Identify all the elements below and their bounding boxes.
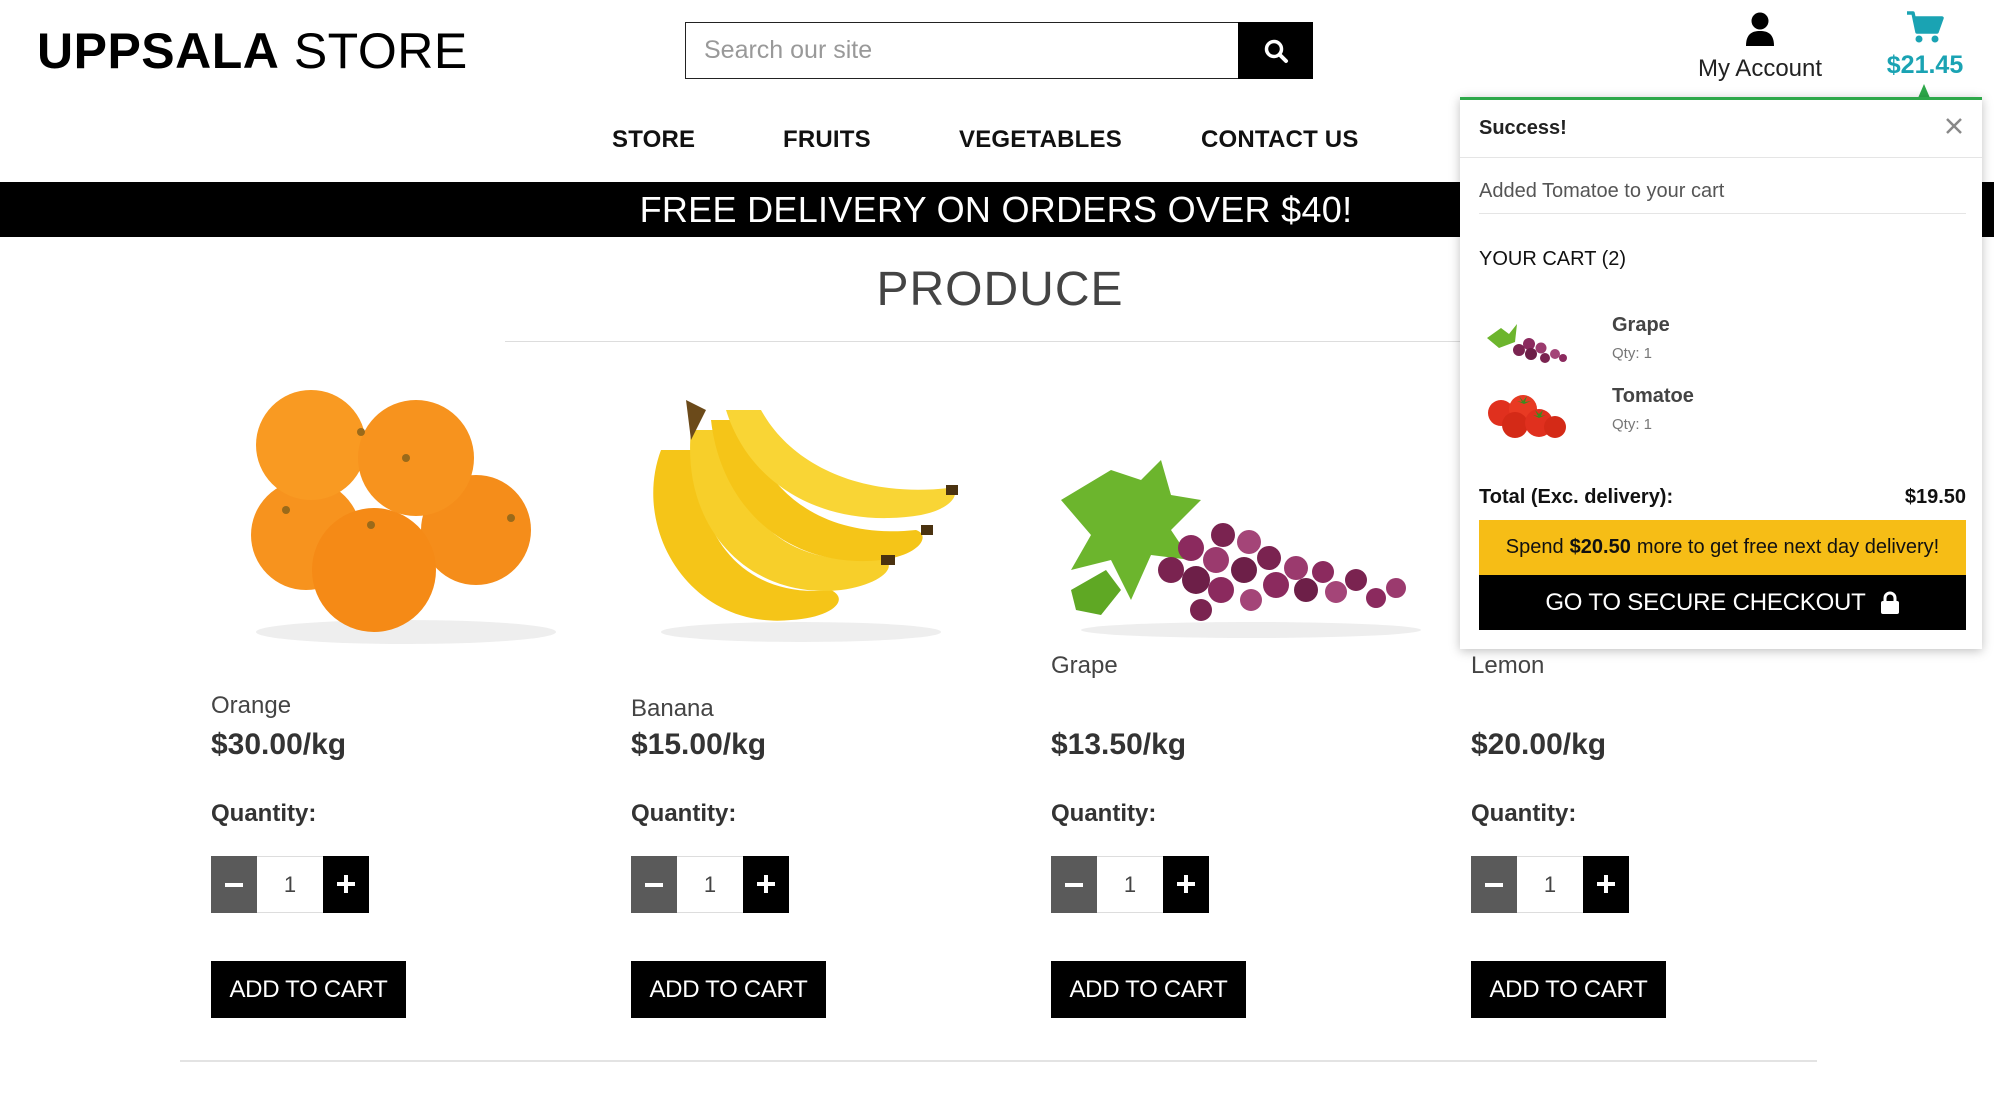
free-delivery-promo: Spend $20.50 more to get free next day d… [1479,520,1966,575]
quantity-stepper [211,856,369,913]
cart-total-amount: $21.45 [1886,51,1964,79]
increment-button[interactable] [1583,856,1629,913]
success-label: Success! [1479,117,1567,139]
my-account-label: My Account [1697,55,1823,82]
products-divider [180,1060,1817,1062]
decrement-button[interactable] [211,856,257,913]
promo-text-after: more to get free next day delivery! [1636,536,1940,558]
minus-icon [225,882,243,887]
quantity-stepper [1471,856,1629,913]
cart-dropdown: Success! Added Tomatoe to your cart YOUR… [1460,97,1982,649]
secure-checkout-button[interactable]: GO TO SECURE CHECKOUT [1479,575,1966,630]
quantity-label: Quantity: [1051,800,1157,827]
my-account-link[interactable]: My Account [1690,12,1830,83]
add-to-cart-button[interactable]: ADD TO CART [631,961,826,1018]
product-name: Orange [211,692,292,719]
product-name: Grape [1051,652,1118,679]
increment-button[interactable] [323,856,369,913]
promo-amount: $20.50 [1569,536,1631,558]
cart-dropdown-header: Success! [1460,100,1982,158]
cart-item[interactable]: Tomatoe Qty: 1 [1479,379,1959,445]
promo-text-before: Spend [1505,536,1564,558]
product-price: $13.50/kg [1051,728,1187,761]
add-to-cart-button[interactable]: ADD TO CART [1471,961,1666,1018]
add-to-cart-button[interactable]: ADD TO CART [1051,961,1246,1018]
minus-icon [1065,882,1083,887]
lock-icon [1880,591,1899,614]
grape-thumbnail [1487,324,1567,363]
cart-icon [1907,11,1944,43]
product-price: $20.00/kg [1471,728,1607,761]
product-name: Banana [631,695,714,722]
cart-total-label: Total (Exc. delivery): [1479,486,1674,508]
store-logo[interactable]: UPPSALA STORE [37,22,468,80]
cart-item-qty: Qty: 1 [1612,345,1653,362]
decrement-button[interactable] [1051,856,1097,913]
tomato-thumbnail [1488,395,1566,438]
search-button[interactable] [1238,22,1313,79]
nav-item-store[interactable]: STORE [612,126,695,154]
quantity-label: Quantity: [1471,800,1577,827]
search-input[interactable] [685,22,1238,79]
title-divider [505,341,1505,342]
minus-icon [645,882,663,887]
search-icon [1264,39,1288,63]
increment-button[interactable] [743,856,789,913]
banner-text: FREE DELIVERY ON ORDERS OVER $40! [639,188,1353,230]
quantity-input[interactable] [677,856,743,913]
increment-button[interactable] [1163,856,1209,913]
logo-light-text: STORE [293,23,468,79]
page-title: PRODUCE [876,263,1124,316]
cart-link[interactable]: $21.45 [1875,10,1975,80]
nav-item-vegetables[interactable]: VEGETABLES [959,126,1122,154]
logo-bold-text: UPPSALA [37,23,280,79]
decrement-button[interactable] [631,856,677,913]
user-icon [1746,12,1774,46]
banana-image [653,400,958,642]
quantity-label: Quantity: [631,800,737,827]
orange-image [251,390,556,644]
quantity-input[interactable] [1097,856,1163,913]
product-price: $15.00/kg [631,728,767,761]
quantity-input[interactable] [1517,856,1583,913]
cart-item[interactable]: Grape Qty: 1 [1479,308,1959,374]
cart-item-name: Grape [1612,314,1670,336]
quantity-input[interactable] [257,856,323,913]
nav-item-contact-us[interactable]: CONTACT US [1201,126,1359,154]
add-to-cart-button[interactable]: ADD TO CART [211,961,406,1018]
decrement-button[interactable] [1471,856,1517,913]
quantity-stepper [631,856,789,913]
cart-item-qty: Qty: 1 [1612,416,1653,433]
nav-item-fruits[interactable]: FRUITS [783,126,871,154]
cart-item-name: Tomatoe [1612,385,1694,407]
quantity-stepper [1051,856,1209,913]
minus-icon [1485,882,1503,887]
checkout-label: GO TO SECURE CHECKOUT [1545,588,1866,616]
cart-title: YOUR CART (2) [1479,248,1627,270]
product-price: $30.00/kg [211,728,347,761]
cart-dropdown-caret [1918,84,1930,98]
quantity-label: Quantity: [211,800,317,827]
product-name: Lemon [1471,652,1545,679]
added-message: Added Tomatoe to your cart [1479,180,1966,214]
search-bar [685,22,1313,79]
close-icon[interactable] [1942,114,1966,138]
cart-total-value: $19.50 [1904,486,1966,508]
